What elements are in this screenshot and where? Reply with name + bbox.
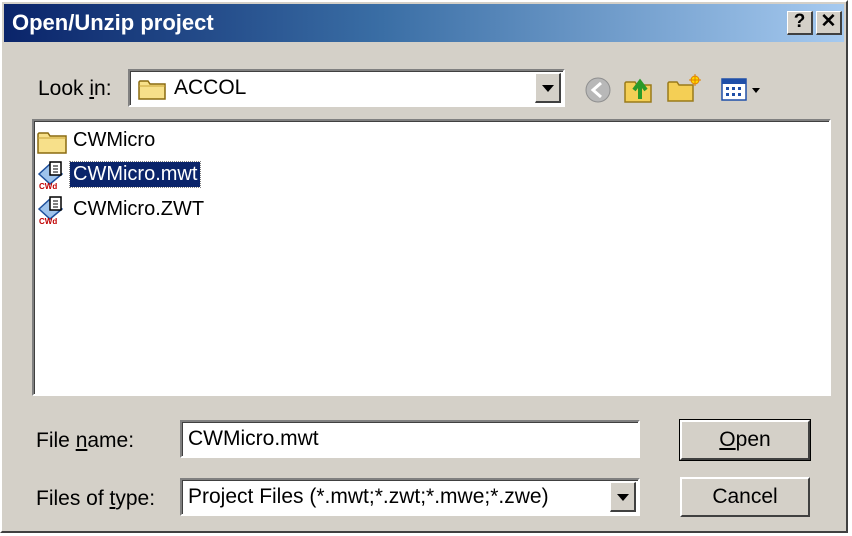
close-icon: ✕ <box>820 11 837 32</box>
file-name-label: File name: <box>36 429 135 452</box>
view-menu-icon <box>721 78 760 101</box>
project-file-icon: CWd <box>37 161 64 190</box>
list-item-folder[interactable]: CWMicro <box>36 125 236 157</box>
project-file-icon: CWd <box>37 196 64 225</box>
file-list[interactable]: CWMicro CWd CWMicro.mwt CWd CWMicro.ZWT <box>32 119 831 396</box>
file-name-input[interactable] <box>180 420 640 458</box>
cancel-button[interactable]: Cancel <box>680 477 810 517</box>
new-folder-icon[interactable] <box>666 74 702 104</box>
look-in-dropdown[interactable]: ACCOL <box>128 69 565 107</box>
open-unzip-dialog: Open/Unzip project ? ✕ Look in: ACCOL CW… <box>0 0 848 533</box>
folder-icon <box>37 132 67 154</box>
back-icon[interactable] <box>582 75 614 105</box>
file-name: CWMicro.mwt <box>68 161 202 188</box>
close-button[interactable]: ✕ <box>816 11 842 35</box>
title-bar[interactable]: Open/Unzip project ? ✕ <box>4 4 844 42</box>
file-type-label: Files of type: <box>36 487 156 510</box>
file-type-dropdown[interactable]: Project Files (*.mwt;*.zwt;*.mwe;*.zwe) <box>180 478 640 516</box>
svg-text:CWd: CWd <box>39 217 57 225</box>
help-icon: ? <box>793 11 806 32</box>
folder-icon <box>138 80 166 100</box>
file-name: CWMicro.ZWT <box>73 198 205 220</box>
up-folder-icon[interactable] <box>622 73 656 105</box>
window-title: Open/Unzip project <box>12 10 214 35</box>
open-button[interactable]: Open <box>679 419 811 461</box>
view-menu-button[interactable] <box>720 76 766 104</box>
svg-text:CWd: CWd <box>39 182 57 190</box>
look-in-dropdown-arrow[interactable] <box>535 73 561 103</box>
file-type-value: Project Files (*.mwt;*.zwt;*.mwe;*.zwe) <box>188 485 549 508</box>
look-in-value: ACCOL <box>174 76 247 99</box>
file-name: CWMicro <box>73 129 156 151</box>
list-item[interactable]: CWd CWMicro.ZWT <box>36 194 236 226</box>
help-button[interactable]: ? <box>787 11 813 35</box>
file-type-dropdown-arrow[interactable] <box>610 482 636 512</box>
list-item-selected[interactable]: CWd CWMicro.mwt <box>36 159 236 191</box>
look-in-label: Look in: <box>38 77 112 100</box>
